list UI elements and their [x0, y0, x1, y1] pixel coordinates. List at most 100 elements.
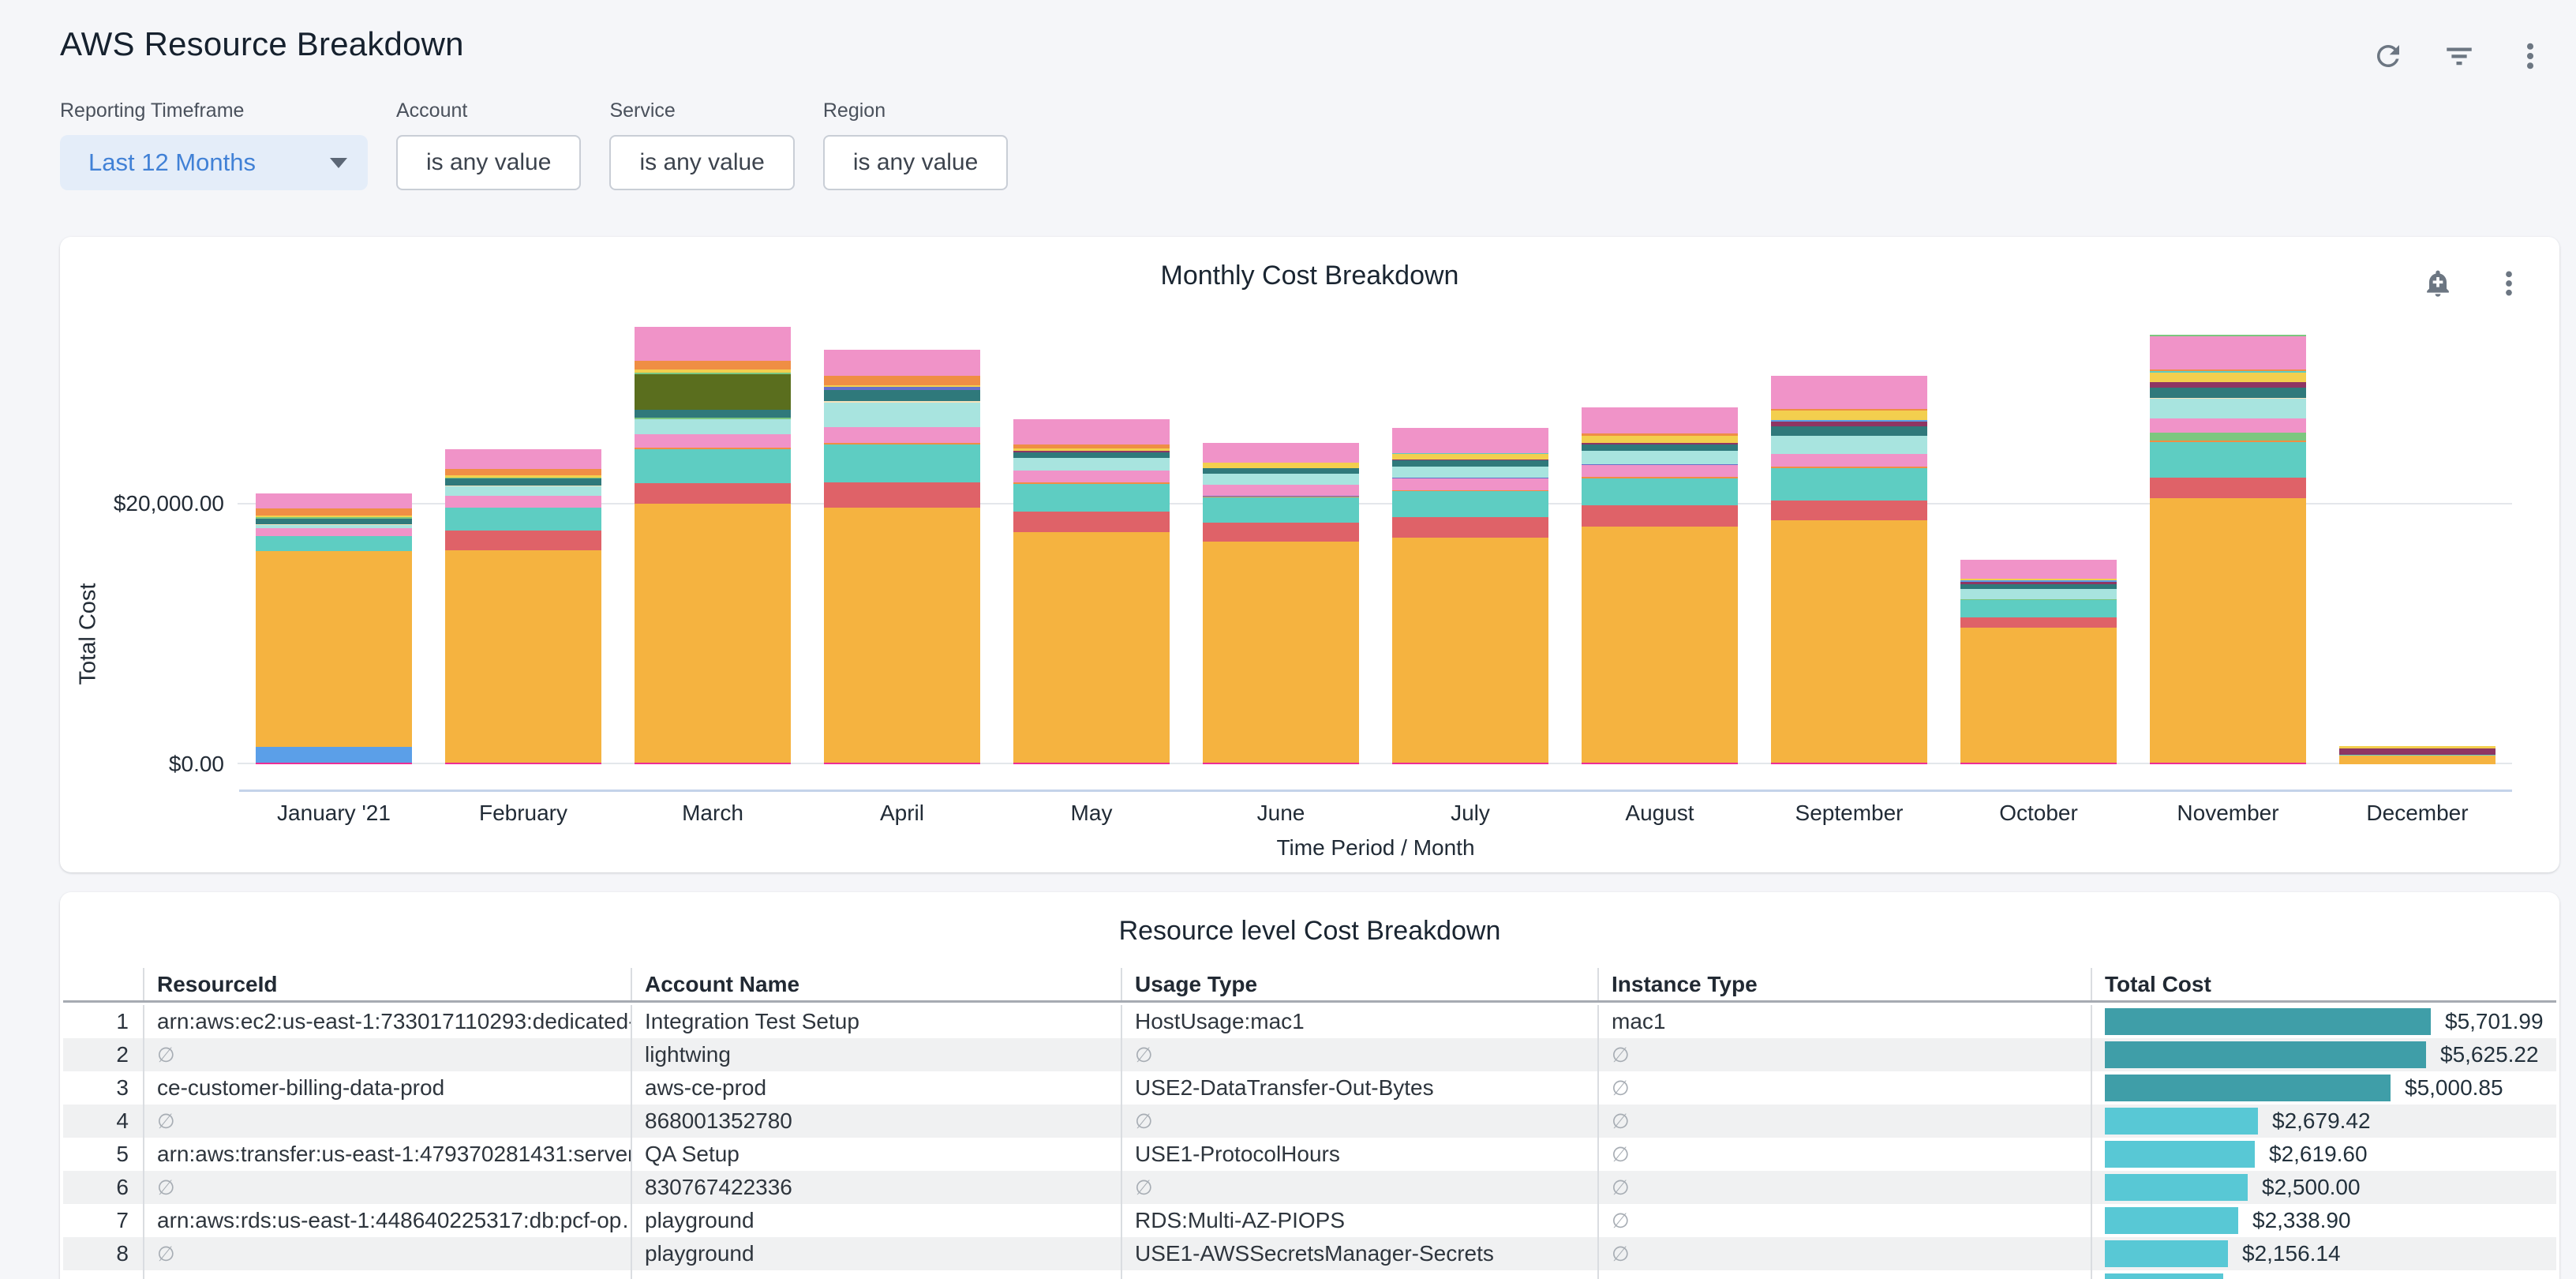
bar-segment-amber[interactable]: [445, 550, 601, 763]
stacked-bar[interactable]: [256, 493, 412, 764]
bar-segment-pink[interactable]: [1582, 407, 1738, 433]
bar-segment-pink[interactable]: [1771, 376, 1927, 409]
stacked-bar[interactable]: [2150, 335, 2306, 764]
bar-segment-amber[interactable]: [1771, 520, 1927, 763]
bar-segment-red[interactable]: [1582, 505, 1738, 527]
bar-segment-magenta[interactable]: [1392, 763, 1548, 764]
bar-segment-red[interactable]: [1013, 512, 1170, 532]
bar-segment-teal[interactable]: [1582, 478, 1738, 506]
column-header-instance-type[interactable]: Instance Type: [1597, 968, 2091, 1000]
bar-segment-lightcyan[interactable]: [1582, 451, 1738, 464]
bar-segment-magenta[interactable]: [1771, 763, 1927, 764]
table-row[interactable]: 8∅playgroundUSE1-AWSSecretsManager-Secre…: [63, 1237, 2556, 1270]
bar-segment-amber[interactable]: [635, 504, 791, 763]
bar-segment-green[interactable]: [2150, 433, 2306, 441]
bar-segment-pink[interactable]: [824, 427, 980, 444]
bar-segment-orange[interactable]: [445, 469, 601, 475]
bar-segment-darkteal[interactable]: [256, 519, 412, 524]
bar-segment-pink[interactable]: [1013, 419, 1170, 444]
bar-segment-amber[interactable]: [1392, 538, 1548, 763]
stacked-bar[interactable]: [445, 449, 601, 764]
bar-segment-magenta[interactable]: [824, 763, 980, 764]
bar-segment-darkteal[interactable]: [824, 390, 980, 400]
stacked-bar[interactable]: [2339, 746, 2496, 764]
bar-segment-darkteal[interactable]: [1203, 468, 1359, 474]
bar-segment-amber[interactable]: [1960, 628, 2117, 763]
table-row[interactable]: 1arn:aws:ec2:us-east-1:733017110293:dedi…: [63, 1005, 2556, 1038]
bar-segment-lightcyan[interactable]: [445, 486, 601, 496]
service-filter-button[interactable]: is any value: [609, 135, 794, 190]
bar-segment-amber[interactable]: [1203, 542, 1359, 763]
bar-segment-pink[interactable]: [445, 449, 601, 469]
bar-segment-pink[interactable]: [1771, 454, 1927, 467]
bar-segment-darkteal[interactable]: [1013, 452, 1170, 458]
bar-segment-lightcyan[interactable]: [2150, 399, 2306, 418]
bar-segment-yellow[interactable]: [2150, 373, 2306, 382]
column-header-usage-type[interactable]: Usage Type: [1121, 968, 1597, 1000]
table-row[interactable]: 4∅868001352780∅∅$2,679.42: [63, 1105, 2556, 1138]
bar-segment-pink[interactable]: [1203, 485, 1359, 496]
bar-segment-darkteal[interactable]: [1582, 444, 1738, 451]
column-header-account-name[interactable]: Account Name: [631, 968, 1121, 1000]
bar-segment-red[interactable]: [445, 531, 601, 550]
bar-segment-teal[interactable]: [2150, 442, 2306, 478]
bar-segment-red[interactable]: [1203, 523, 1359, 542]
bar-segment-teal[interactable]: [1203, 497, 1359, 522]
bar-segment-pink[interactable]: [1203, 443, 1359, 463]
bar-segment-darkteal[interactable]: [2150, 388, 2306, 398]
refresh-button[interactable]: [2366, 35, 2410, 79]
bar-segment-pink[interactable]: [1392, 428, 1548, 452]
stacked-bar[interactable]: [1203, 443, 1359, 764]
bar-segment-orange[interactable]: [256, 508, 412, 516]
bar-segment-teal[interactable]: [1013, 484, 1170, 512]
bar-segment-pink[interactable]: [1960, 560, 2117, 579]
bar-segment-teal[interactable]: [1771, 468, 1927, 501]
bar-segment-darkteal[interactable]: [635, 410, 791, 418]
bar-segment-teal[interactable]: [1392, 491, 1548, 517]
stacked-bar[interactable]: [635, 327, 791, 764]
stacked-bar[interactable]: [1960, 560, 2117, 764]
bar-segment-amber[interactable]: [256, 551, 412, 747]
bar-segment-blue[interactable]: [256, 747, 412, 763]
table-row[interactable]: 6∅830767422336∅∅$2,500.00: [63, 1171, 2556, 1204]
bar-segment-pink[interactable]: [2150, 418, 2306, 433]
bar-segment-yellow[interactable]: [1392, 454, 1548, 459]
bar-segment-magenta[interactable]: [635, 763, 791, 764]
bar-segment-lightcyan[interactable]: [1960, 589, 2117, 598]
bar-segment-lightcyan[interactable]: [1013, 458, 1170, 471]
table-row[interactable]: 7arn:aws:rds:us-east-1:448640225317:db:p…: [63, 1204, 2556, 1237]
bar-segment-amber[interactable]: [824, 508, 980, 763]
bar-segment-red[interactable]: [635, 483, 791, 504]
reporting-timeframe-dropdown[interactable]: Last 12 Months: [60, 135, 368, 190]
bar-segment-orange[interactable]: [824, 376, 980, 385]
bar-segment-teal[interactable]: [824, 444, 980, 482]
bar-segment-pink[interactable]: [445, 496, 601, 508]
bar-segment-pink[interactable]: [2150, 336, 2306, 369]
bar-segment-teal[interactable]: [445, 508, 601, 531]
bar-segment-red[interactable]: [824, 482, 980, 507]
table-row[interactable]: 5arn:aws:transfer:us-east-1:479370281431…: [63, 1138, 2556, 1171]
column-header-total-cost[interactable]: Total Cost: [2091, 968, 2556, 1000]
stacked-bar[interactable]: [1771, 376, 1927, 764]
region-filter-button[interactable]: is any value: [823, 135, 1008, 190]
bar-segment-maroon[interactable]: [2339, 748, 2496, 754]
bar-segment-lightcyan[interactable]: [1203, 474, 1359, 484]
bar-segment-lightcyan[interactable]: [1392, 467, 1548, 478]
bar-segment-teal[interactable]: [256, 536, 412, 551]
bar-segment-amber[interactable]: [1013, 532, 1170, 763]
bar-segment-amber[interactable]: [2150, 498, 2306, 763]
bar-segment-magenta[interactable]: [1960, 763, 2117, 764]
bar-segment-red[interactable]: [1771, 501, 1927, 520]
table-row[interactable]: 2∅lightwing∅∅$5,625.22: [63, 1038, 2556, 1071]
bar-segment-darkteal[interactable]: [445, 478, 601, 486]
bar-segment-pink[interactable]: [824, 350, 980, 376]
bar-segment-pink[interactable]: [1013, 471, 1170, 483]
bar-segment-orange[interactable]: [635, 361, 791, 370]
bar-segment-pink[interactable]: [635, 434, 791, 448]
stacked-bar[interactable]: [1013, 419, 1170, 764]
account-filter-button[interactable]: is any value: [396, 135, 581, 190]
bar-segment-darkteal[interactable]: [1392, 460, 1548, 466]
bar-segment-magenta[interactable]: [1013, 763, 1170, 764]
bar-segment-magenta[interactable]: [1582, 763, 1738, 764]
bar-segment-pink[interactable]: [256, 493, 412, 508]
